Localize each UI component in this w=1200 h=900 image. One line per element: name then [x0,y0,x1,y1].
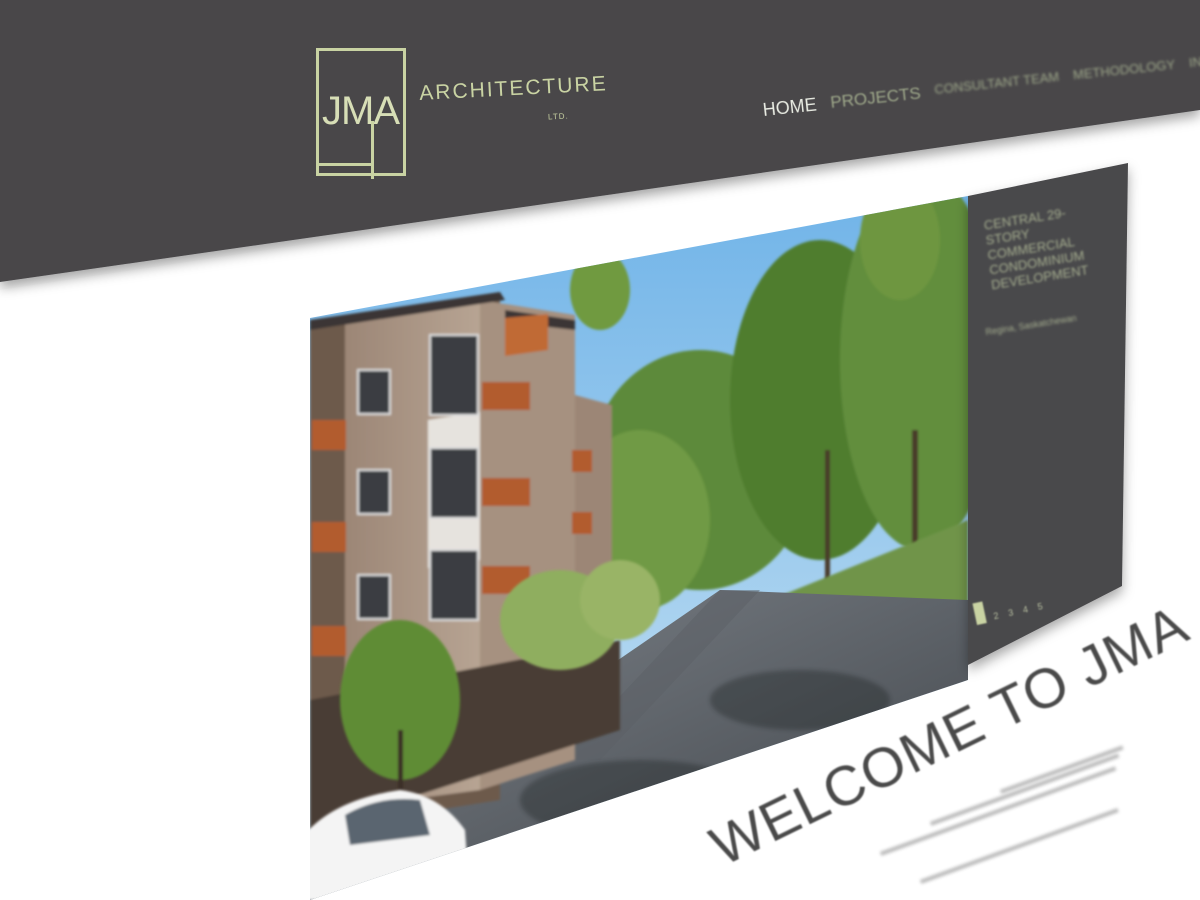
logo-mark[interactable]: JMA [316,48,406,179]
slider-dot-5[interactable]: 5 [1035,601,1046,613]
logo-monogram: JMA [322,89,400,133]
hero-scene [0,0,1200,900]
logo-divider [371,121,374,179]
page: JMA ARCHITECTURE LTD. HOME PROJECTS CONS… [0,0,1200,900]
logo-divider-base [316,163,374,166]
slider-dot-2[interactable]: 2 [991,610,1002,622]
slider-dot-4[interactable]: 4 [1020,604,1031,616]
slider-dot-3[interactable]: 3 [1005,607,1016,619]
